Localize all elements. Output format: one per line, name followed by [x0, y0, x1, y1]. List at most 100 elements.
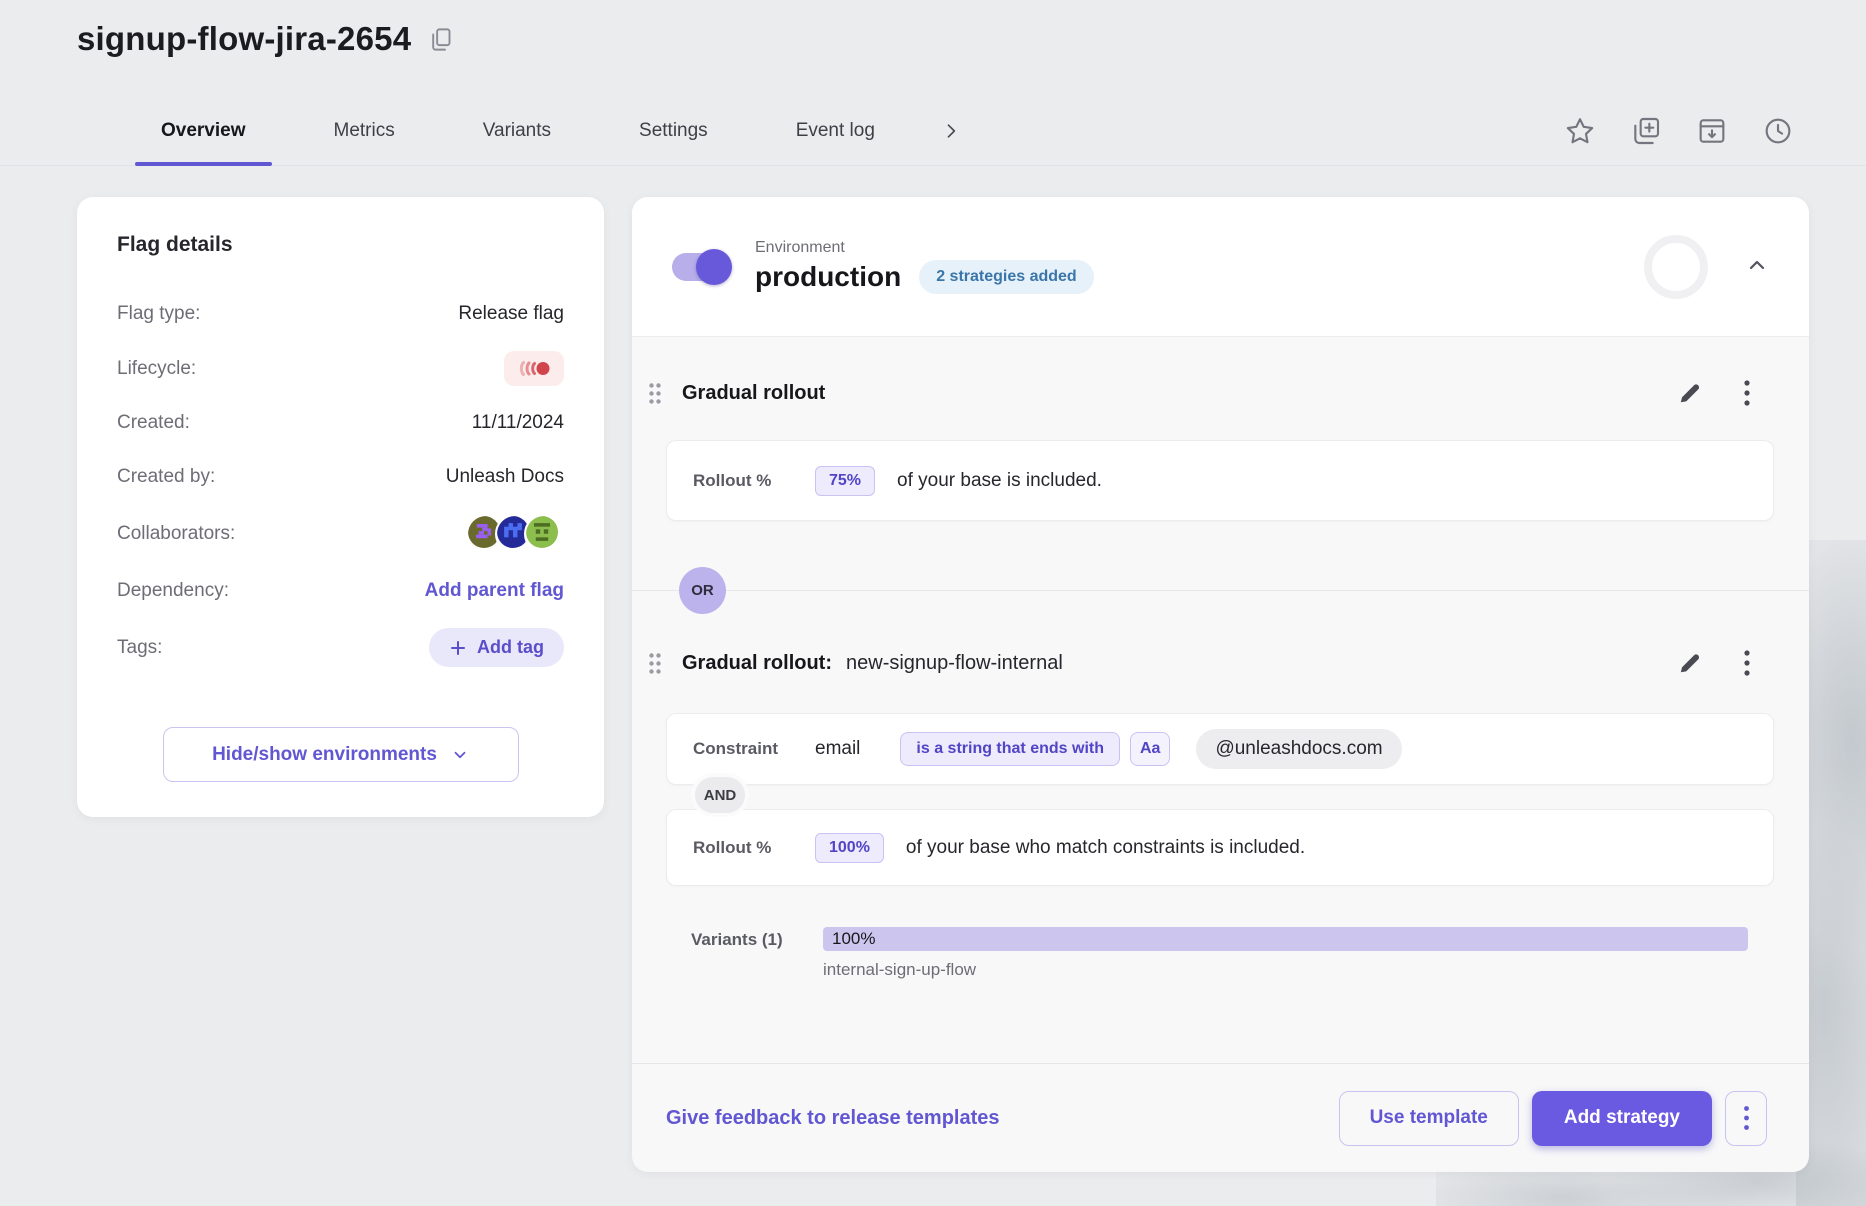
flag-details-panel: Flag details Flag type: Release flag Lif…	[77, 197, 604, 817]
tags-row: Tags: Add tag	[117, 628, 564, 667]
strategy-menu-button[interactable]	[1743, 649, 1751, 677]
more-actions-button[interactable]	[1725, 1091, 1767, 1146]
created-value: 11/11/2024	[472, 412, 564, 434]
star-icon	[1564, 115, 1596, 147]
environment-toggle[interactable]	[672, 253, 729, 281]
flag-type-label: Flag type:	[117, 303, 200, 325]
strategy-menu-button[interactable]	[1743, 379, 1751, 407]
clock-icon	[1762, 115, 1794, 147]
chevron-right-icon	[941, 121, 961, 141]
flag-details-heading: Flag details	[117, 233, 564, 257]
collaborators-label: Collaborators:	[117, 523, 235, 545]
rollout-description: of your base who match constraints is in…	[906, 837, 1305, 859]
rollout-label: Rollout %	[693, 471, 815, 491]
more-tabs-button[interactable]	[937, 96, 965, 165]
hide-show-environments-button[interactable]: Hide/show environments	[163, 727, 519, 782]
tab-event-log[interactable]: Event log	[770, 96, 901, 165]
or-connector-badge: OR	[679, 567, 726, 614]
strategy-2-rollout-card: Rollout % 100% of your base who match co…	[666, 809, 1774, 886]
lifecycle-row: Lifecycle:	[117, 351, 564, 386]
strategies-count-badge: 2 strategies added	[919, 260, 1094, 294]
case-sensitivity-chip: Aa	[1130, 732, 1170, 766]
constraint-value-pill: @unleashdocs.com	[1196, 729, 1401, 769]
created-label: Created:	[117, 412, 190, 434]
environment-card: Environment production 2 strategies adde…	[632, 197, 1809, 1172]
tab-overview[interactable]: Overview	[135, 96, 272, 165]
drag-handle-icon[interactable]	[648, 382, 662, 405]
constraint-operator-chip: is a string that ends with	[900, 732, 1120, 766]
collaborator-avatars	[466, 514, 564, 554]
lifecycle-live-icon	[517, 359, 551, 378]
rollout-percentage-chip: 100%	[815, 833, 884, 863]
strategy-2-header: Gradual rollout: new-signup-flow-interna…	[648, 643, 1751, 683]
strategy-1-header: Gradual rollout	[648, 373, 1751, 413]
tab-label: Event log	[796, 120, 875, 142]
variants-label: Variants (1)	[691, 930, 783, 950]
pencil-icon	[1677, 380, 1703, 406]
chevron-up-icon	[1745, 253, 1769, 277]
toggle-knob	[696, 249, 732, 285]
constraint-label: Constraint	[693, 739, 815, 759]
tab-settings[interactable]: Settings	[613, 96, 734, 165]
tab-label: Variants	[483, 120, 551, 142]
flag-type-row: Flag type: Release flag	[117, 297, 564, 331]
and-connector-badge: AND	[691, 773, 749, 817]
pencil-icon	[1677, 650, 1703, 676]
drag-handle-icon[interactable]	[648, 652, 662, 675]
edit-strategy-button[interactable]	[1677, 650, 1703, 676]
metrics-progress-ring	[1644, 235, 1708, 299]
kebab-menu-icon	[1743, 1105, 1750, 1131]
tab-label: Overview	[161, 120, 246, 142]
tags-label: Tags:	[117, 637, 162, 659]
copy-flag-name-button[interactable]	[427, 26, 454, 53]
variant-distribution-bar: 100%	[823, 927, 1748, 951]
copy-icon	[427, 26, 454, 53]
favorite-button[interactable]	[1564, 115, 1596, 147]
tab-label: Settings	[639, 120, 708, 142]
copy-add-icon	[1630, 115, 1662, 147]
rollout-description: of your base is included.	[897, 470, 1102, 492]
add-parent-flag-link[interactable]: Add parent flag	[425, 580, 564, 602]
created-by-label: Created by:	[117, 466, 215, 488]
strategy-1-rollout-card: Rollout % 75% of your base is included.	[666, 440, 1774, 521]
add-tag-label: Add tag	[477, 637, 544, 658]
constraint-card: Constraint email is a string that ends w…	[666, 713, 1774, 785]
constraint-context-field: email	[815, 738, 860, 760]
kebab-menu-icon	[1743, 649, 1751, 677]
kebab-menu-icon	[1743, 379, 1751, 407]
collaborators-row: Collaborators:	[117, 514, 564, 554]
variant-name: internal-sign-up-flow	[823, 960, 976, 980]
history-button[interactable]	[1762, 115, 1794, 147]
flag-action-icons	[1564, 96, 1794, 166]
created-row: Created: 11/11/2024	[117, 406, 564, 440]
environment-header: Environment production 2 strategies adde…	[632, 197, 1809, 337]
page-header: signup-flow-jira-2654	[77, 20, 454, 58]
strategy-2-name: new-signup-flow-internal	[846, 652, 1063, 675]
edit-strategy-button[interactable]	[1677, 380, 1703, 406]
page-title: signup-flow-jira-2654	[77, 20, 411, 58]
archive-button[interactable]	[1696, 115, 1728, 147]
release-templates-feedback-link[interactable]: Give feedback to release templates	[666, 1107, 1000, 1130]
add-tag-button[interactable]: Add tag	[429, 628, 564, 667]
dependency-label: Dependency:	[117, 580, 229, 602]
tab-metrics[interactable]: Metrics	[308, 96, 421, 165]
archive-icon	[1696, 115, 1728, 147]
tab-variants[interactable]: Variants	[457, 96, 577, 165]
dependency-row: Dependency: Add parent flag	[117, 574, 564, 608]
hide-show-environments-label: Hide/show environments	[212, 744, 437, 766]
tab-label: Metrics	[334, 120, 395, 142]
add-strategy-button[interactable]: Add strategy	[1532, 1091, 1712, 1146]
chevron-down-icon	[451, 746, 469, 764]
strategy-2-title: Gradual rollout:	[682, 652, 832, 675]
plus-icon	[449, 639, 467, 657]
environment-label: Environment	[755, 239, 1094, 257]
copy-flag-button[interactable]	[1630, 115, 1662, 147]
collapse-environment-button[interactable]	[1745, 253, 1769, 277]
strategy-divider	[632, 590, 1809, 591]
created-by-row: Created by: Unleash Docs	[117, 460, 564, 494]
environment-text: Environment production 2 strategies adde…	[755, 239, 1094, 294]
lifecycle-stage-badge[interactable]	[504, 351, 564, 386]
use-template-button[interactable]: Use template	[1339, 1091, 1519, 1146]
created-by-value: Unleash Docs	[446, 466, 564, 488]
rollout-label: Rollout %	[693, 838, 815, 858]
